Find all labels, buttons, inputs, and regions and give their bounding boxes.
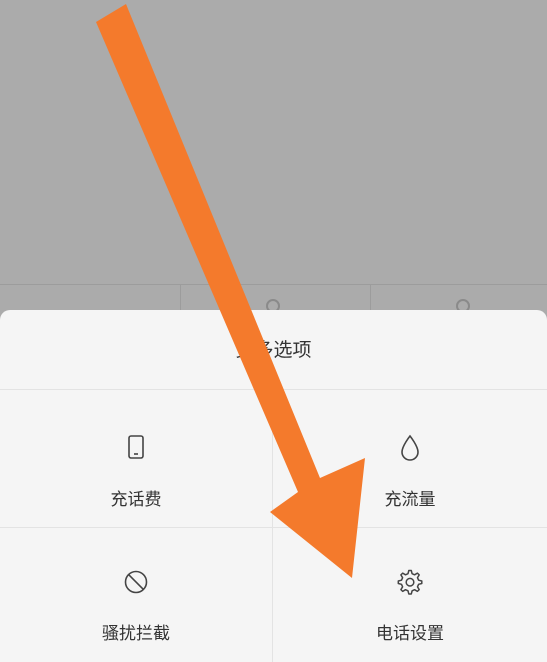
more-options-sheet: 更多选项 充话费 充流量 骚扰拦截 电话设置 — [0, 310, 547, 662]
option-label: 骚扰拦截 — [102, 624, 170, 644]
gear-icon — [397, 569, 423, 595]
call-settings-option[interactable]: 电话设置 — [273, 528, 547, 662]
option-label: 充流量 — [384, 490, 436, 510]
option-label: 电话设置 — [376, 624, 444, 644]
recharge-data-option[interactable]: 充流量 — [273, 390, 547, 528]
water-drop-icon — [401, 434, 419, 461]
spam-blocking-option[interactable]: 骚扰拦截 — [0, 528, 273, 662]
phone-icon — [128, 435, 144, 459]
block-icon — [124, 570, 148, 594]
option-label: 充话费 — [110, 490, 162, 510]
options-grid: 充话费 充流量 骚扰拦截 电话设置 — [0, 390, 547, 662]
recharge-phone-bill-option[interactable]: 充话费 — [0, 390, 273, 528]
sheet-title: 更多选项 — [0, 310, 547, 390]
